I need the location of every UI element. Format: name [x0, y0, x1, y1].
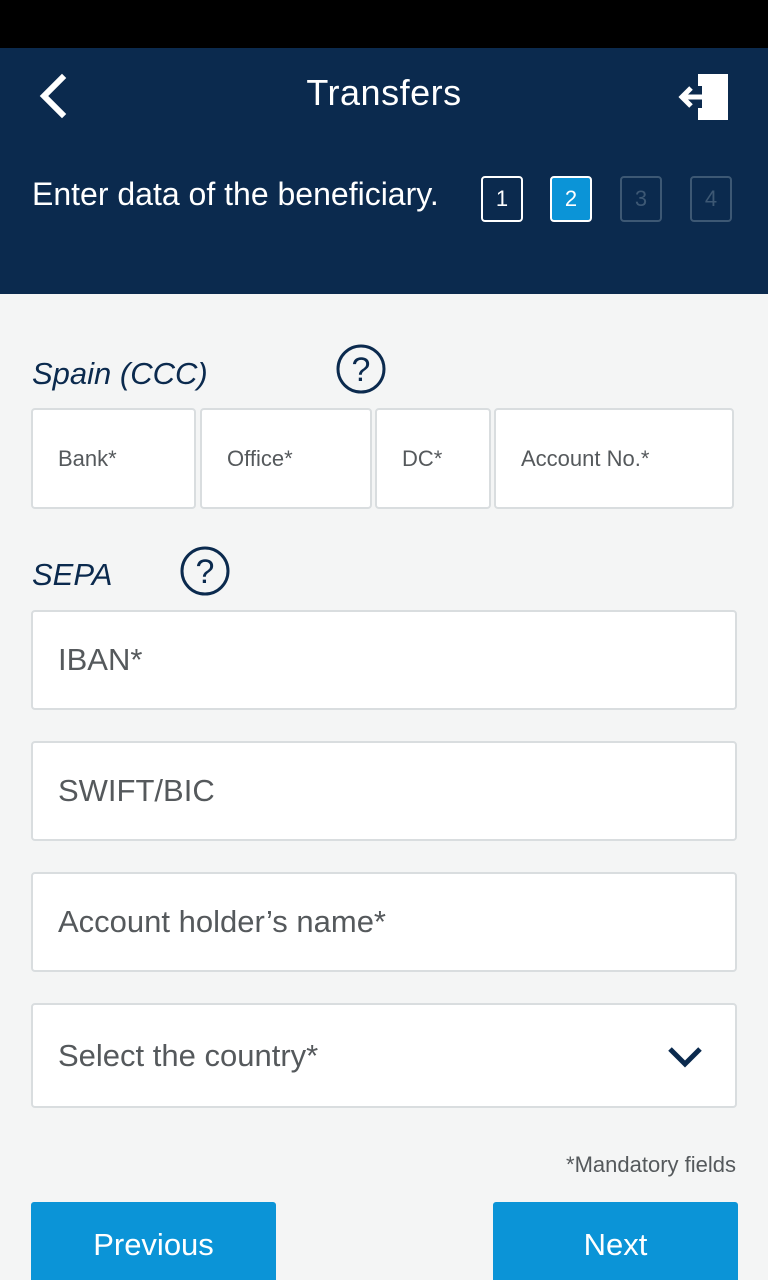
previous-button[interactable]: Previous [31, 1202, 276, 1280]
sepa-help-icon[interactable]: ? [179, 545, 231, 597]
dc-placeholder: DC* [402, 445, 443, 471]
swift-bic-field[interactable]: SWIFT/BIC [31, 741, 737, 841]
office-field[interactable]: Office* [200, 408, 372, 509]
chevron-down-icon [668, 1047, 702, 1068]
bank-field[interactable]: Bank* [31, 408, 196, 509]
ccc-help-icon[interactable]: ? [335, 343, 387, 395]
logout-button[interactable] [678, 70, 734, 126]
iban-field[interactable]: IBAN* [31, 610, 737, 710]
next-button[interactable]: Next [493, 1202, 738, 1280]
logout-icon [678, 74, 728, 120]
status-bar [0, 0, 768, 48]
account-number-placeholder: Account No.* [521, 445, 650, 471]
step-indicator: Enter data of the beneficiary. 1 2 3 4 [0, 152, 768, 294]
svg-text:?: ? [196, 553, 215, 591]
step-2: 2 [550, 176, 592, 222]
dc-field[interactable]: DC* [375, 408, 491, 509]
country-select[interactable]: Select the country* [31, 1003, 737, 1108]
page-title: Transfers [306, 72, 462, 113]
account-holder-name-placeholder: Account holder’s name* [58, 904, 386, 939]
step-caption: Enter data of the beneficiary. [32, 176, 439, 212]
account-number-field[interactable]: Account No.* [494, 408, 734, 509]
swift-bic-placeholder: SWIFT/BIC [58, 773, 215, 808]
account-holder-name-field[interactable]: Account holder’s name* [31, 872, 737, 972]
iban-placeholder: IBAN* [58, 642, 143, 677]
step-1: 1 [481, 176, 523, 222]
step-3: 3 [620, 176, 662, 222]
ccc-section-label: Spain (CCC) [32, 356, 208, 391]
country-select-placeholder: Select the country* [58, 1037, 319, 1073]
bank-placeholder: Bank* [58, 445, 117, 471]
office-placeholder: Office* [227, 445, 293, 471]
mandatory-fields-note: *Mandatory fields [566, 1152, 736, 1177]
svg-text:?: ? [352, 351, 371, 389]
sepa-section-label: SEPA [32, 557, 113, 592]
step-4: 4 [690, 176, 732, 222]
app-header: Transfers [0, 48, 768, 152]
